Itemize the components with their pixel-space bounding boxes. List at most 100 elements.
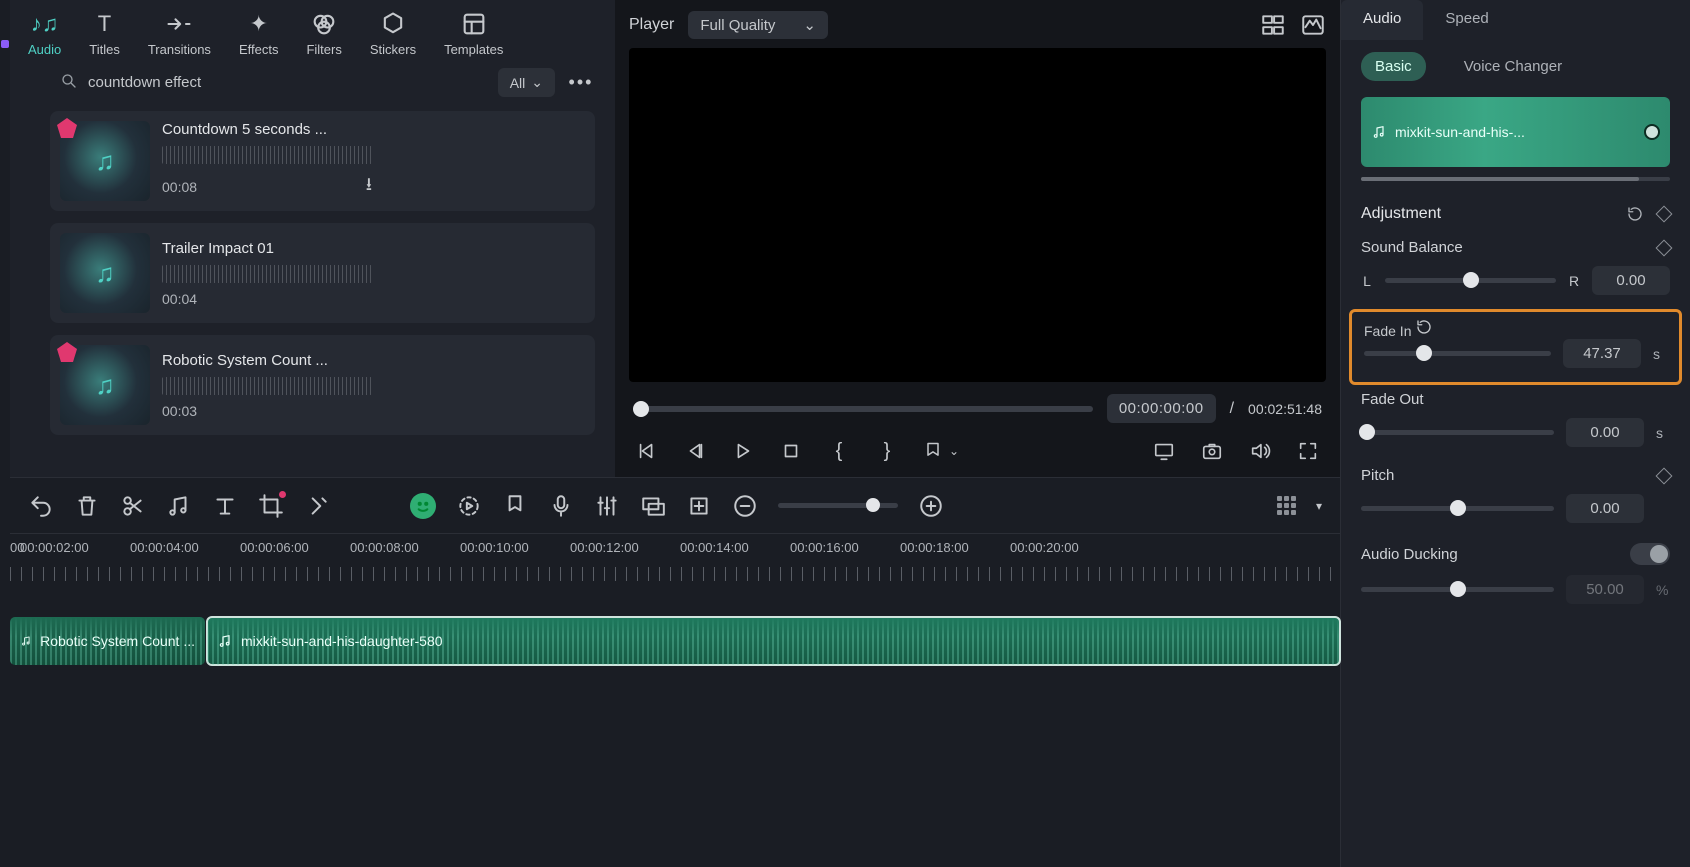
rtab-speed[interactable]: Speed — [1423, 0, 1510, 40]
mixer-button[interactable] — [594, 493, 620, 519]
keyframe-icon[interactable] — [1656, 206, 1673, 223]
undo-button[interactable] — [28, 493, 54, 519]
music-icon: ♪♫ — [31, 10, 59, 38]
fade-in-slider[interactable] — [1364, 351, 1551, 356]
pitch-value[interactable]: 0.00 — [1566, 494, 1644, 523]
snapshot-button[interactable] — [1200, 439, 1224, 463]
text-button[interactable] — [212, 493, 238, 519]
marker-dropdown[interactable]: ⌄ — [923, 441, 959, 461]
asset-duration: 00:03 — [162, 403, 197, 419]
stop-button[interactable] — [779, 439, 803, 463]
clip-label: Robotic System Count ... — [40, 633, 195, 649]
scrub-bar[interactable] — [633, 406, 1093, 412]
tab-filters-label: Filters — [306, 42, 341, 57]
time-separator: / — [1230, 400, 1234, 418]
rtab-audio[interactable]: Audio — [1341, 0, 1423, 40]
asset-list[interactable]: ♫ Countdown 5 seconds ... 00:08⭳ ♫ Trail… — [10, 97, 615, 447]
fade-out-value[interactable]: 0.00 — [1566, 418, 1644, 447]
timeline-ruler[interactable]: 00 00:00:02:00 00:00:04:00 00:00:06:00 0… — [10, 533, 1340, 581]
fade-out-slider[interactable] — [1361, 430, 1554, 435]
zoom-knob[interactable] — [866, 498, 880, 512]
pitch-slider[interactable] — [1361, 506, 1554, 511]
subtab-basic[interactable]: Basic — [1361, 52, 1426, 81]
display-button[interactable] — [1152, 439, 1176, 463]
asset-item[interactable]: ♫ Countdown 5 seconds ... 00:08⭳ — [50, 111, 595, 211]
library-panel: ♪♫Audio TTitles Transitions ✦Effects Fil… — [10, 0, 615, 477]
video-viewport[interactable] — [629, 48, 1326, 382]
slider-knob[interactable] — [1450, 581, 1466, 597]
more-tools-button[interactable] — [304, 493, 330, 519]
expand-track-button[interactable] — [686, 493, 712, 519]
audio-icon — [20, 633, 32, 649]
download-icon[interactable]: ⭳ — [366, 172, 372, 202]
asset-item[interactable]: ♫ Robotic System Count ... 00:03 — [50, 335, 595, 435]
tab-titles[interactable]: TTitles — [89, 6, 120, 57]
ducking-value[interactable]: 50.00 — [1566, 575, 1644, 604]
scrub-knob[interactable] — [633, 401, 649, 417]
keyframe-icon[interactable] — [1656, 467, 1673, 484]
play-button[interactable] — [731, 439, 755, 463]
ducking-slider[interactable] — [1361, 587, 1554, 592]
titles-icon: T — [91, 10, 119, 38]
player-panel: Player Full Quality⌄ 00:00:00:00 / 00:02… — [615, 0, 1340, 477]
section-title: Adjustment — [1361, 205, 1441, 223]
audio-detach-button[interactable] — [166, 493, 192, 519]
keyframe-icon[interactable] — [1656, 239, 1673, 256]
prev-frame-button[interactable] — [635, 439, 659, 463]
reset-icon[interactable] — [1626, 205, 1644, 223]
balance-slider[interactable] — [1385, 278, 1556, 283]
timeline-tracks[interactable]: Robotic System Count ... mixkit-sun-and-… — [10, 581, 1340, 867]
search-input[interactable] — [88, 74, 488, 91]
delete-button[interactable] — [74, 493, 100, 519]
reset-icon[interactable] — [1415, 318, 1433, 336]
render-button[interactable] — [456, 493, 482, 519]
time-current[interactable]: 00:00:00:00 — [1107, 394, 1216, 423]
balance-value[interactable]: 0.00 — [1592, 266, 1670, 295]
step-back-button[interactable] — [683, 439, 707, 463]
more-button[interactable]: ••• — [565, 72, 597, 93]
tab-filters[interactable]: Filters — [306, 6, 341, 57]
tab-templates[interactable]: Templates — [444, 6, 503, 57]
subtab-voice-changer[interactable]: Voice Changer — [1450, 52, 1576, 81]
mark-in-button[interactable]: { — [827, 439, 851, 463]
tab-stickers[interactable]: Stickers — [370, 6, 416, 57]
slider-knob[interactable] — [1463, 272, 1479, 288]
ruler-label: 00:00:02:00 — [20, 540, 130, 555]
voiceover-button[interactable] — [548, 493, 574, 519]
param-label: Audio Ducking — [1361, 546, 1458, 563]
fade-in-value[interactable]: 47.37 — [1563, 339, 1641, 368]
zoom-slider[interactable] — [778, 503, 898, 508]
volume-button[interactable] — [1248, 439, 1272, 463]
track-view-button[interactable] — [1277, 496, 1296, 515]
crop-button[interactable] — [258, 493, 284, 519]
asset-item[interactable]: ♫ Trailer Impact 01 00:04 — [50, 223, 595, 323]
zoom-in-button[interactable] — [918, 493, 944, 519]
split-button[interactable] — [120, 493, 146, 519]
clip-preview-bar[interactable] — [1361, 177, 1670, 181]
marker-button[interactable] — [502, 493, 528, 519]
player-label: Player — [629, 16, 674, 34]
quality-dropdown[interactable]: Full Quality⌄ — [688, 11, 828, 39]
tab-transitions[interactable]: Transitions — [148, 6, 211, 57]
slider-knob[interactable] — [1416, 345, 1432, 361]
zoom-out-button[interactable] — [732, 493, 758, 519]
layout-grid-icon[interactable] — [1260, 14, 1286, 36]
ai-button[interactable] — [410, 493, 436, 519]
unit-label: % — [1656, 582, 1670, 598]
slider-knob[interactable] — [1359, 424, 1375, 440]
asset-title: Robotic System Count ... — [162, 352, 585, 369]
mark-out-button[interactable]: } — [875, 439, 899, 463]
audio-clip[interactable]: Robotic System Count ... — [10, 617, 205, 665]
filter-dropdown[interactable]: All⌄ — [498, 68, 555, 97]
properties-panel: Audio Speed Basic Voice Changer mixkit-s… — [1340, 0, 1690, 867]
chevron-down-icon[interactable]: ▾ — [1316, 499, 1322, 513]
slider-knob[interactable] — [1450, 500, 1466, 516]
fullscreen-button[interactable] — [1296, 439, 1320, 463]
ducking-toggle[interactable] — [1630, 543, 1670, 565]
audio-clip-selected[interactable]: mixkit-sun-and-his-daughter-580 — [207, 617, 1340, 665]
adjustment-layer-button[interactable] — [640, 493, 666, 519]
tab-effects[interactable]: ✦Effects — [239, 6, 279, 57]
scopes-icon[interactable] — [1300, 14, 1326, 36]
tab-audio[interactable]: ♪♫Audio — [28, 6, 61, 57]
tab-transitions-label: Transitions — [148, 42, 211, 57]
